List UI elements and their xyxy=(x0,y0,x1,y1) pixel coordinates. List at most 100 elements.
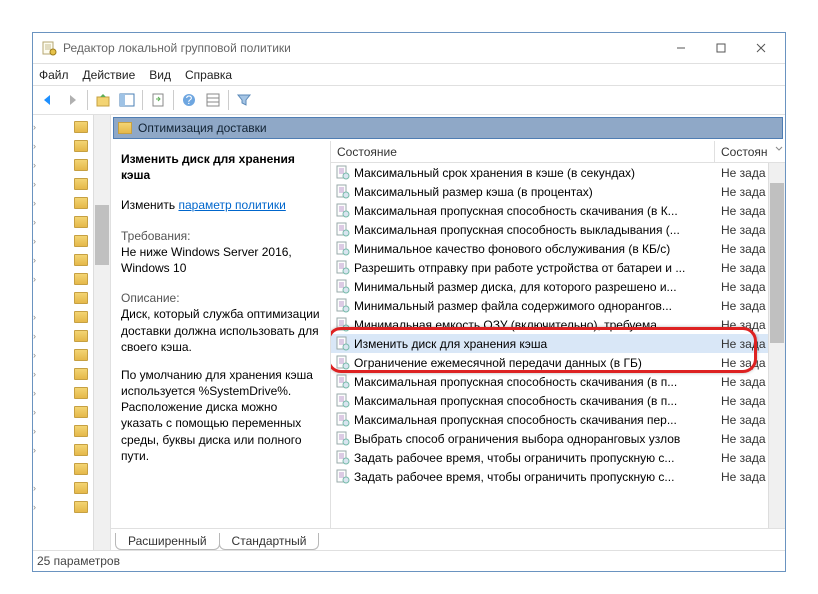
table-row[interactable]: Ограничение ежемесячной передачи данных … xyxy=(331,353,768,372)
description-body-2: По умолчанию для хранения кэша используе… xyxy=(121,367,320,464)
folder-icon xyxy=(74,273,88,285)
settings-list: Состояние Состоян Максимальный срок хран… xyxy=(331,141,785,528)
row-name: Максимальная пропускная способность скач… xyxy=(354,413,677,427)
row-name: Разрешить отправку при работе устройства… xyxy=(354,261,685,275)
table-row[interactable]: Минимальная емкость ОЗУ (включительно), … xyxy=(331,315,768,334)
row-name: Минимальная емкость ОЗУ (включительно), … xyxy=(354,318,667,332)
tab-standard[interactable]: Стандартный xyxy=(219,533,320,550)
row-state: Не зада xyxy=(715,280,768,294)
up-button[interactable] xyxy=(92,89,114,111)
tab-extended[interactable]: Расширенный xyxy=(115,533,220,550)
row-state: Не зада xyxy=(715,318,768,332)
content-area: › › › › › › › › › › › › › › › › › › › xyxy=(33,115,785,551)
description-body: Диск, который служба оптимизации доставк… xyxy=(121,306,320,355)
row-state: Не зада xyxy=(715,185,768,199)
policy-item-icon xyxy=(335,184,350,199)
row-state: Не зада xyxy=(715,204,768,218)
minimize-button[interactable] xyxy=(661,34,701,62)
table-row[interactable]: Выбрать способ ограничения выбора однора… xyxy=(331,429,768,448)
policy-item-icon xyxy=(335,165,350,180)
policy-item-icon xyxy=(335,374,350,389)
folder-icon xyxy=(74,444,88,456)
tree-scrollbar[interactable] xyxy=(93,115,110,550)
row-name: Выбрать способ ограничения выбора однора… xyxy=(354,432,680,446)
row-state: Не зада xyxy=(715,470,768,484)
policy-item-icon xyxy=(335,469,350,484)
back-button[interactable] xyxy=(37,89,59,111)
row-name: Минимальный размер файла содержимого одн… xyxy=(354,299,672,313)
filter-button[interactable] xyxy=(233,89,255,111)
policy-item-icon xyxy=(335,298,350,313)
column-state2[interactable]: Состоян xyxy=(715,141,785,162)
folder-icon xyxy=(74,216,88,228)
table-row[interactable]: Максимальная пропускная способность скач… xyxy=(331,410,768,429)
window-title: Редактор локальной групповой политики xyxy=(63,41,661,55)
row-name: Минимальный размер диска, для которого р… xyxy=(354,280,677,294)
maximize-button[interactable] xyxy=(701,34,741,62)
folder-icon xyxy=(74,311,88,323)
list-scrollbar[interactable] xyxy=(768,163,785,528)
menu-action[interactable]: Действие xyxy=(83,68,136,82)
row-state: Не зада xyxy=(715,242,768,256)
row-state: Не зада xyxy=(715,413,768,427)
row-name: Максимальный размер кэша (в процентах) xyxy=(354,185,593,199)
policy-item-icon xyxy=(335,412,350,427)
policy-item-icon xyxy=(335,279,350,294)
help-button[interactable]: ? xyxy=(178,89,200,111)
menu-view[interactable]: Вид xyxy=(149,68,171,82)
description-pane: Изменить диск для хранения кэша Изменить… xyxy=(111,141,331,528)
folder-icon xyxy=(74,178,88,190)
tree-pane[interactable]: › › › › › › › › › › › › › › › › › › › xyxy=(33,115,111,550)
table-row[interactable]: Максимальная пропускная способность скач… xyxy=(331,391,768,410)
properties-button[interactable] xyxy=(202,89,224,111)
folder-icon xyxy=(74,501,88,513)
menubar: Файл Действие Вид Справка xyxy=(33,63,785,85)
row-state: Не зада xyxy=(715,299,768,313)
table-row[interactable]: Изменить диск для хранения кэшаНе зада xyxy=(331,334,768,353)
table-row[interactable]: Задать рабочее время, чтобы ограничить п… xyxy=(331,467,768,486)
row-state: Не зада xyxy=(715,223,768,237)
column-state[interactable]: Состояние xyxy=(331,141,715,162)
row-name: Задать рабочее время, чтобы ограничить п… xyxy=(354,470,674,484)
gpedit-window: Редактор локальной групповой политики Фа… xyxy=(32,32,786,572)
table-row[interactable]: Минимальный размер файла содержимого одн… xyxy=(331,296,768,315)
column-headers: Состояние Состоян xyxy=(331,141,785,163)
svg-text:?: ? xyxy=(186,93,193,107)
policy-item-icon xyxy=(335,336,350,351)
folder-icon xyxy=(74,349,88,361)
forward-button[interactable] xyxy=(61,89,83,111)
table-row[interactable]: Максимальная пропускная способность выкл… xyxy=(331,220,768,239)
folder-icon xyxy=(74,387,88,399)
show-hide-tree-button[interactable] xyxy=(116,89,138,111)
row-name: Максимальная пропускная способность скач… xyxy=(354,394,677,408)
right-pane: Оптимизация доставки Изменить диск для х… xyxy=(111,115,785,550)
app-icon xyxy=(41,40,57,56)
close-button[interactable] xyxy=(741,34,781,62)
edit-policy-link[interactable]: параметр политики xyxy=(178,198,285,212)
table-row[interactable]: Максимальный размер кэша (в процентах) Не… xyxy=(331,182,768,201)
row-state: Не зада xyxy=(715,432,768,446)
table-row[interactable]: Минимальное качество фонового обслуживан… xyxy=(331,239,768,258)
row-state: Не зада xyxy=(715,337,768,351)
toolbar: ? xyxy=(33,85,785,115)
row-state: Не зада xyxy=(715,356,768,370)
setting-title: Изменить диск для хранения кэша xyxy=(121,151,320,183)
menu-help[interactable]: Справка xyxy=(185,68,232,82)
table-row[interactable]: Минимальный размер диска, для которого р… xyxy=(331,277,768,296)
row-name: Задать рабочее время, чтобы ограничить п… xyxy=(354,451,674,465)
table-row[interactable]: Задать рабочее время, чтобы ограничить п… xyxy=(331,448,768,467)
table-row[interactable]: Максимальная пропускная способность скач… xyxy=(331,372,768,391)
folder-icon xyxy=(74,368,88,380)
folder-icon xyxy=(74,463,88,475)
folder-icon xyxy=(118,122,132,134)
policy-item-icon xyxy=(335,431,350,446)
table-row[interactable]: Разрешить отправку при работе устройства… xyxy=(331,258,768,277)
table-row[interactable]: Максимальная пропускная способность скач… xyxy=(331,201,768,220)
row-name: Максимальная пропускная способность скач… xyxy=(354,204,678,218)
policy-item-icon xyxy=(335,355,350,370)
folder-icon xyxy=(74,197,88,209)
export-button[interactable] xyxy=(147,89,169,111)
menu-file[interactable]: Файл xyxy=(39,68,69,82)
table-row[interactable]: Максимальный срок хранения в кэше (в сек… xyxy=(331,163,768,182)
folder-icon xyxy=(74,254,88,266)
